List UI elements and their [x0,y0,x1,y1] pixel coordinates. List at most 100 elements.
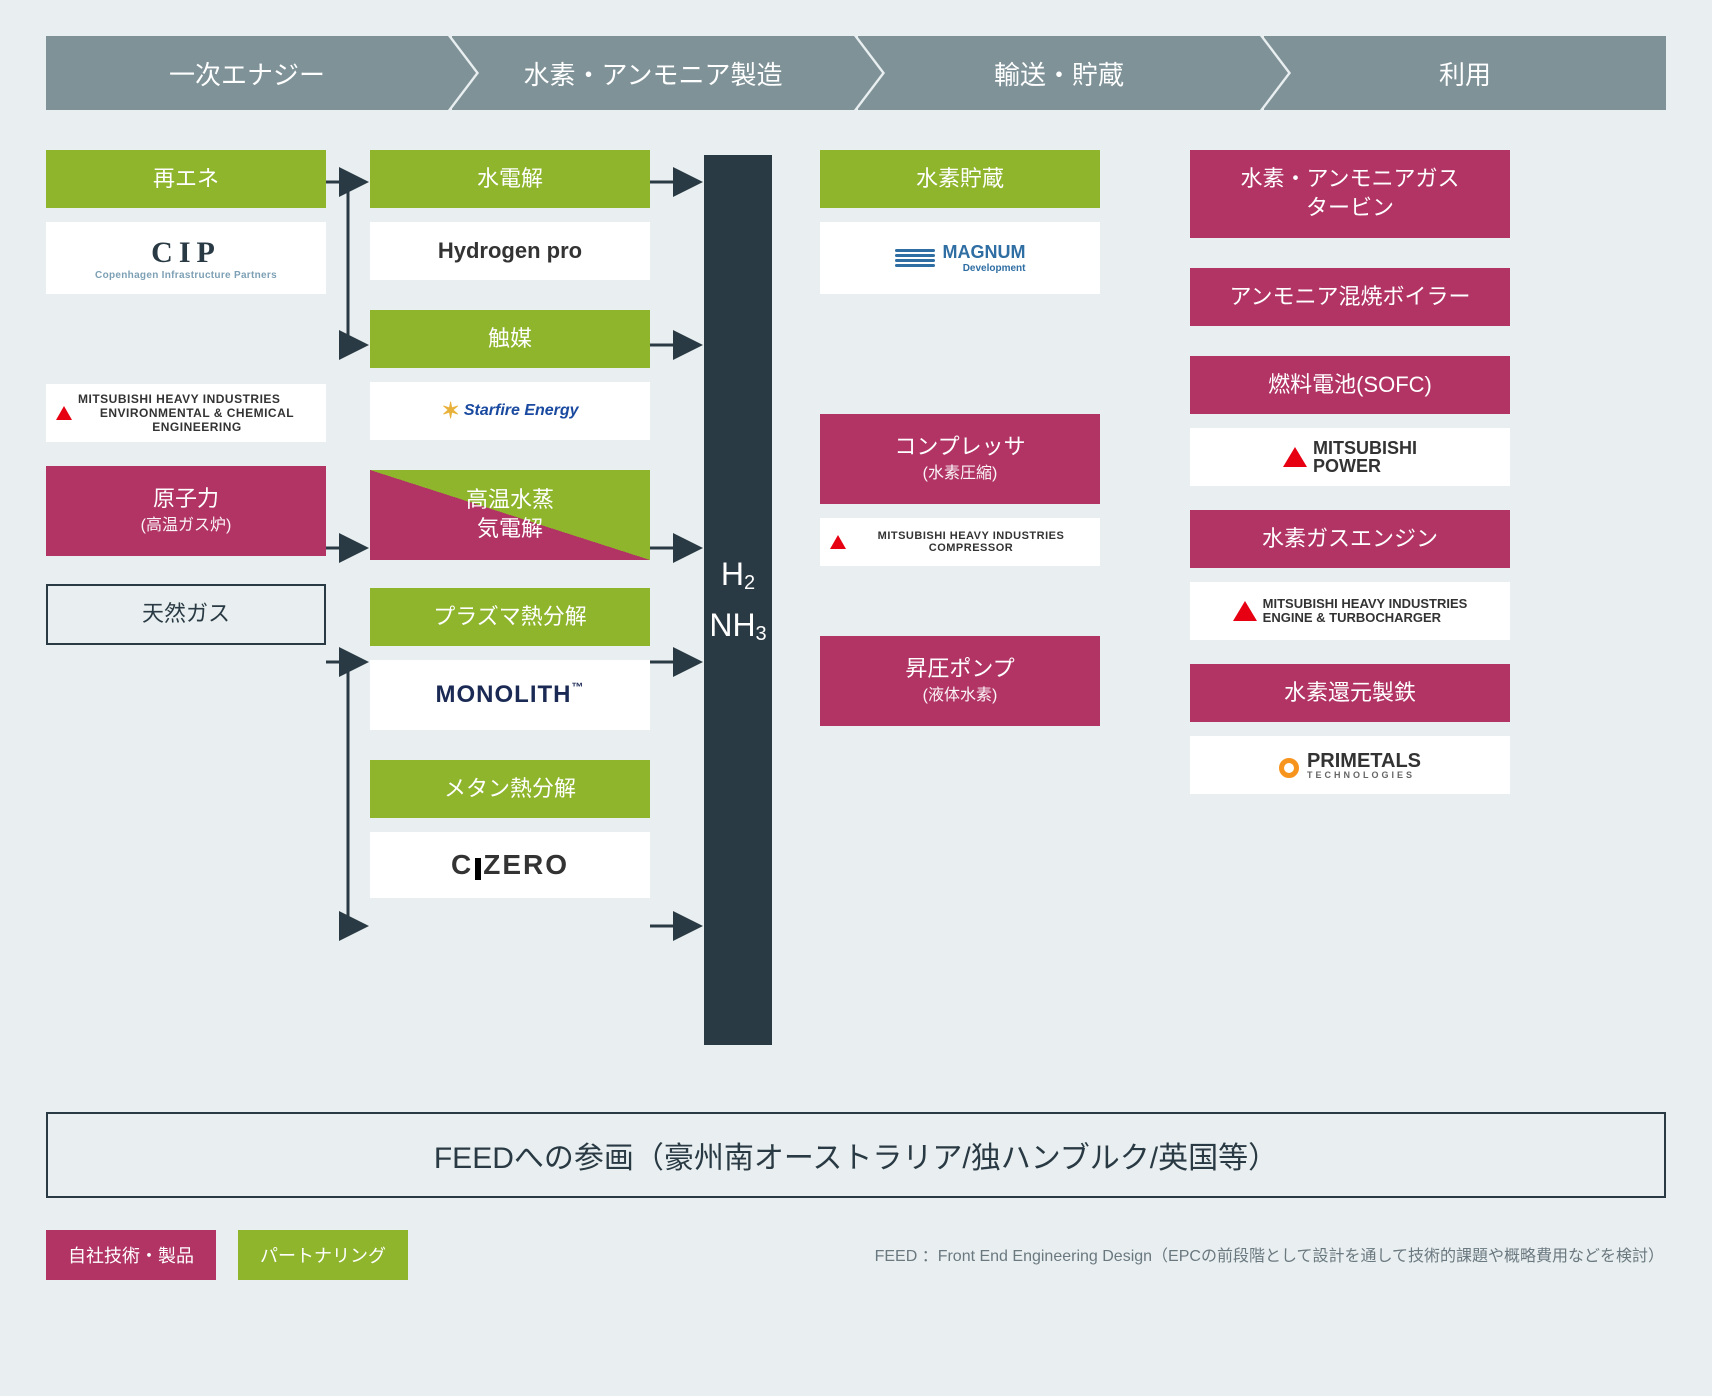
header-primary-energy: 一次エナジー [46,36,448,110]
legend: 自社技術・製品 パートナリング [46,1230,408,1280]
logo-primetals: PRIMETALS TECHNOLOGIES [1190,736,1510,794]
tile-gas-engine: 水素ガスエンジン [1190,510,1510,568]
tile-hydrogen-steel-label: 水素還元製鉄 [1284,679,1416,708]
column-primary-energy: 再エネ CIP Copenhagen Infrastructure Partne… [46,150,326,645]
tile-hydrogen-storage: 水素貯蔵 [820,150,1100,208]
tile-gas-turbine-l2: タービン [1306,194,1394,223]
header-primary-energy-label: 一次エナジー [169,55,325,92]
logo-czero-zero: ZERO [483,849,569,881]
tile-plasma: プラズマ熱分解 [370,588,650,646]
tile-natural-gas: 天然ガス [46,584,326,645]
logo-primetals-main: PRIMETALS [1307,751,1421,771]
tile-renewable-label: 再エネ [153,165,219,194]
header-utilization-label: 利用 [1439,55,1491,92]
tile-plasma-label: プラズマ熱分解 [433,603,587,632]
tile-hydrogen-storage-label: 水素貯蔵 [916,165,1004,194]
tile-high-temp-electrolysis: 高温水蒸 気電解 [370,470,650,560]
logo-cip: CIP Copenhagen Infrastructure Partners [46,222,326,294]
diagram-canvas: 一次エナジー 水素・アンモニア製造 輸送・貯蔵 利用 再エネ CIP Copen… [0,0,1712,1396]
logo-mpower-l1: MITSUBISHI [1313,439,1417,457]
tile-sofc-label: 燃料電池(SOFC) [1268,371,1432,400]
tile-nuclear-label: 原子力 [153,485,219,514]
header-production-label: 水素・アンモニア製造 [524,55,783,92]
column-utilization: 水素・アンモニアガス タービン アンモニア混焼ボイラー 燃料電池(SOFC) M… [1190,150,1510,794]
tile-renewable: 再エネ [46,150,326,208]
legend-own-tech-label: 自社技術・製品 [68,1242,194,1268]
logo-starfire-label: Starfire Energy [464,402,579,420]
primetals-circle-icon [1279,758,1299,778]
logo-cip-main: CIP [151,236,221,270]
tile-methane-label: メタン熱分解 [444,775,576,804]
tile-catalyst-label: 触媒 [488,325,532,354]
header-utilization: 利用 [1264,36,1666,110]
logo-czero-c: C [451,849,473,881]
tile-high-temp-l1: 高温水蒸 [466,486,554,515]
mhi-triangle-icon [56,406,72,420]
mhi-triangle-icon [1233,601,1257,621]
magnum-waves-icon [895,249,935,267]
tile-water-electrolysis-label: 水電解 [477,165,543,194]
mhi-triangle-icon [1283,447,1307,467]
tile-ammonia-boiler: アンモニア混焼ボイラー [1190,268,1510,326]
logo-magnum: MAGNUM Development [820,222,1100,294]
tile-gas-turbine: 水素・アンモニアガス タービン [1190,150,1510,238]
tile-sofc: 燃料電池(SOFC) [1190,356,1510,414]
header-transport-storage-label: 輸送・貯蔵 [994,55,1124,92]
legend-partnering-label: パートナリング [260,1242,386,1268]
mhi-triangle-icon [830,535,846,549]
logo-mhi-compressor: MITSUBISHI HEAVY INDUSTRIES COMPRESSOR [820,518,1100,566]
logo-mhiet-l1: MITSUBISHI HEAVY INDUSTRIES [1263,597,1468,611]
tile-methane: メタン熱分解 [370,760,650,818]
tile-hydrogen-steel: 水素還元製鉄 [1190,664,1510,722]
tile-booster-pump-label: 昇圧ポンプ [905,655,1014,684]
tile-nuclear-sub: (高温ガス炉) [141,516,232,537]
logo-mhiet-l2: ENGINE & TURBOCHARGER [1263,611,1441,625]
header-transport-storage: 輸送・貯蔵 [858,36,1260,110]
logo-mpower-l2: POWER [1313,457,1381,475]
tile-water-electrolysis: 水電解 [370,150,650,208]
column-production: 水電解 Hydrogen pro 触媒 ✶ Starfire Energy 高温… [370,150,650,898]
logo-hydrogenpro-label: Hydrogen pro [438,238,582,264]
tile-compressor: コンプレッサ (水素圧縮) [820,414,1100,504]
logo-mhi-engine-turbo: MITSUBISHI HEAVY INDUSTRIES ENGINE & TUR… [1190,582,1510,640]
tile-catalyst: 触媒 [370,310,650,368]
logo-primetals-sub: TECHNOLOGIES [1307,771,1415,780]
star-icon: ✶ [441,398,459,424]
czero-bars-icon [475,858,481,880]
logo-mhi-compressor-label: MITSUBISHI HEAVY INDUSTRIES COMPRESSOR [852,530,1090,554]
tile-booster-pump: 昇圧ポンプ (液体水素) [820,636,1100,726]
tile-compressor-label: コンプレッサ [894,433,1025,462]
logo-starfire: ✶ Starfire Energy [370,382,650,440]
feed-participation-label: FEEDへの参画（豪州南オーストラリア/独ハンブルク/英国等） [434,1133,1278,1177]
tile-compressor-sub: (水素圧縮) [923,464,998,485]
logo-hydrogenpro: Hydrogen pro [370,222,650,280]
logo-magnum-main: MAGNUM [943,242,1026,263]
logo-magnum-sub: Development [963,263,1026,274]
tile-natural-gas-label: 天然ガス [142,600,230,629]
center-nh3: NH3 [709,607,766,644]
logo-mhi-env-chem: MITSUBISHI HEAVY INDUSTRIES ENVIRONMENTA… [46,384,326,442]
logo-czero: C ZERO [370,832,650,898]
header-production: 水素・アンモニア製造 [452,36,854,110]
tile-gas-turbine-l1: 水素・アンモニアガス [1240,165,1459,194]
logo-mitsubishi-power: MITSUBISHI POWER [1190,428,1510,486]
feed-participation-box: FEEDへの参画（豪州南オーストラリア/独ハンブルク/英国等） [46,1112,1666,1198]
column-transport-storage: 水素貯蔵 MAGNUM Development コンプレッサ (水素圧縮) MI… [820,150,1100,726]
logo-monolith: MONOLITH™ [370,660,650,730]
tile-high-temp-l2: 気電解 [477,515,543,544]
logo-mhi-env-chem-l1: MITSUBISHI HEAVY INDUSTRIES [78,392,280,406]
tile-booster-pump-sub: (液体水素) [923,686,998,707]
center-h2-nh3-bar: H2 NH3 [704,155,772,1045]
center-h2: H2 [721,556,755,593]
logo-cip-sub: Copenhagen Infrastructure Partners [95,270,277,281]
tile-nuclear: 原子力 (高温ガス炉) [46,466,326,556]
logo-mhi-env-chem-l2: ENVIRONMENTAL & CHEMICAL ENGINEERING [78,406,316,434]
legend-partnering: パートナリング [238,1230,408,1280]
tile-gas-engine-label: 水素ガスエンジン [1262,525,1438,554]
tile-ammonia-boiler-label: アンモニア混焼ボイラー [1229,283,1470,312]
legend-own-tech: 自社技術・製品 [46,1230,216,1280]
logo-monolith-label: MONOLITH [436,681,572,709]
feed-footnote-text: FEED ：Front End Engineering Design（EPCの前… [875,1248,1664,1265]
value-chain-header: 一次エナジー 水素・アンモニア製造 輸送・貯蔵 利用 [46,36,1666,110]
feed-footnote: FEED ：Front End Engineering Design（EPCの前… [875,1242,1664,1266]
